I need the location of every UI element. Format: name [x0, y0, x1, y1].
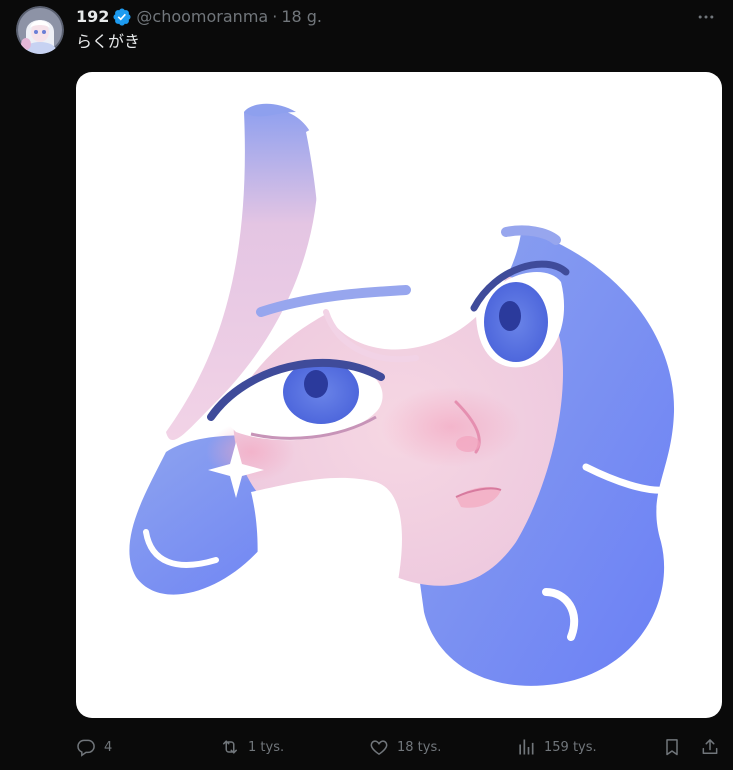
tweet-header: 192 @choomoranma · 18 g.	[76, 6, 322, 28]
repost-button[interactable]: 1 tys.	[220, 734, 284, 760]
reply-button[interactable]: 4	[76, 734, 112, 760]
author-display-name[interactable]: 192	[76, 7, 109, 27]
tweet-media-image[interactable]	[76, 72, 722, 718]
author-avatar[interactable]	[16, 6, 64, 54]
heart-icon	[370, 740, 388, 755]
views-count: 159 tys.	[544, 739, 597, 755]
bookmark-icon	[666, 739, 678, 756]
illustration-image	[129, 103, 675, 718]
tweet-text: らくがき	[76, 32, 141, 51]
verified-badge-icon[interactable]	[112, 7, 132, 27]
share-button[interactable]	[700, 734, 720, 760]
share-icon	[702, 739, 718, 754]
like-count: 18 tys.	[397, 739, 442, 755]
reply-count: 4	[104, 739, 113, 755]
avatar-image	[16, 6, 64, 54]
views-button[interactable]: 159 tys.	[516, 734, 597, 760]
more-options-button[interactable]	[689, 4, 723, 30]
author-handle[interactable]: @choomoranma	[136, 7, 268, 27]
bookmark-button[interactable]	[662, 734, 682, 760]
tweet-timestamp[interactable]: 18 g.	[281, 7, 322, 27]
like-button[interactable]: 18 tys.	[369, 734, 441, 760]
tweet-action-bar: 4 1 tys. 18 tys. 159 tys.	[76, 734, 722, 760]
more-icon	[698, 15, 714, 19]
analytics-icon	[519, 739, 534, 755]
tweet: 192 @choomoranma · 18 g. らくがき 4 1 tys. 1…	[0, 0, 733, 770]
header-separator: ·	[272, 7, 278, 26]
reply-icon	[77, 739, 95, 757]
repost-count: 1 tys.	[248, 739, 285, 755]
repost-icon	[223, 740, 237, 754]
